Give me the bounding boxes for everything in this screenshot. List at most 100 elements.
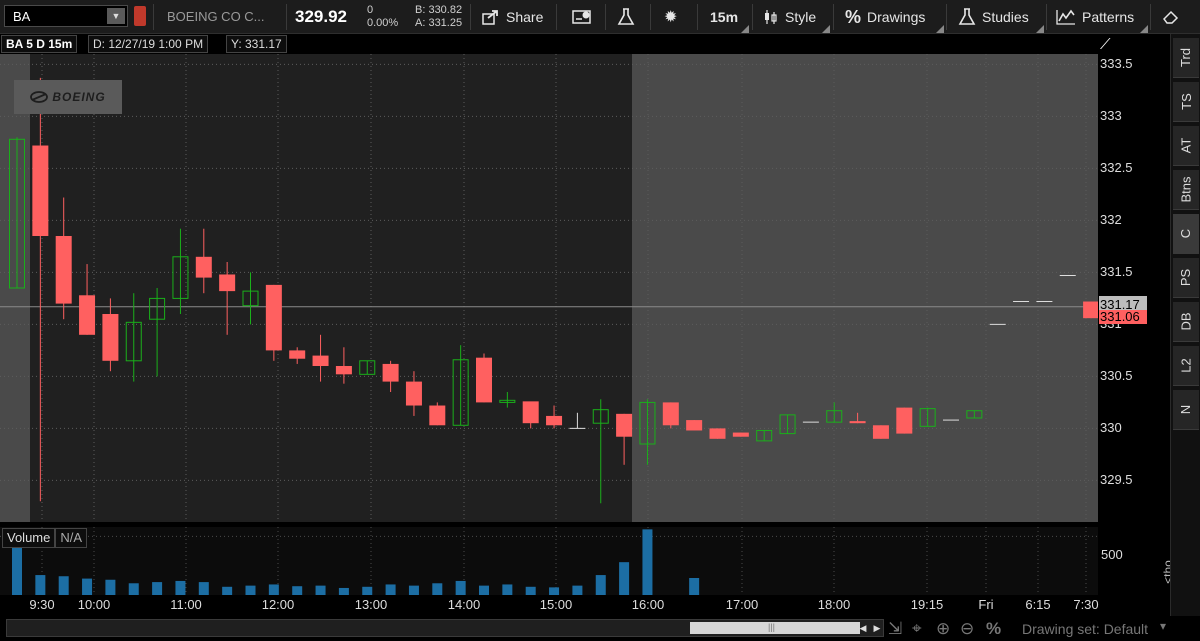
candle[interactable]	[242, 272, 259, 325]
candle[interactable]	[382, 360, 399, 392]
x-tick-label: 10:00	[77, 597, 111, 612]
x-tick-label: 19:15	[910, 597, 944, 612]
candle[interactable]	[872, 425, 889, 439]
studies-button[interactable]: Studies	[958, 0, 1029, 34]
drawing-set-label[interactable]: Drawing set: Default	[1022, 621, 1148, 637]
volume-bar	[408, 585, 419, 595]
link-color-badge-icon[interactable]	[134, 6, 146, 26]
candle[interactable]	[429, 402, 446, 426]
crosshair-icon[interactable]: ⌖	[912, 619, 922, 639]
flask-button[interactable]	[617, 0, 635, 34]
scroll-thumb[interactable]: |||	[690, 622, 860, 634]
percent-icon[interactable]: %	[986, 619, 1001, 639]
horizontal-scrollbar[interactable]: ||| ◀ ▶	[6, 619, 884, 637]
candle[interactable]	[312, 334, 329, 382]
studies-label: Studies	[982, 9, 1029, 25]
volume-bar	[502, 584, 513, 595]
candle[interactable]	[569, 412, 586, 429]
patterns-button[interactable]: Patterns	[1056, 0, 1134, 34]
candle[interactable]	[219, 262, 236, 335]
tab-trd[interactable]: Trd	[1173, 38, 1199, 78]
candle[interactable]	[452, 345, 469, 426]
candle[interactable]	[616, 413, 633, 465]
candle[interactable]	[195, 228, 212, 294]
candle[interactable]	[896, 407, 913, 434]
candle[interactable]	[779, 414, 796, 435]
candle[interactable]	[546, 405, 563, 429]
scroll-right-icon[interactable]: ▶	[871, 621, 883, 635]
candle[interactable]	[172, 228, 189, 314]
time-axis[interactable]: 9:30 10:00 11:00 12:00 13:00 14:00 15:00 16:00 1…	[0, 595, 1170, 615]
y-tick-label: 330	[1100, 420, 1122, 436]
candles-icon	[765, 10, 777, 24]
candle[interactable]	[102, 298, 119, 372]
candle[interactable]	[499, 392, 516, 408]
pan-icon[interactable]: ⇲	[888, 619, 902, 639]
tab-l2[interactable]: L2	[1173, 346, 1199, 386]
company-logo: BOEING	[14, 80, 122, 114]
price-chart[interactable]: BOEING	[0, 54, 1098, 522]
volume-bar	[549, 587, 560, 595]
volume-bar	[58, 576, 69, 595]
tab-ts[interactable]: TS	[1173, 82, 1199, 122]
chart-settings-button[interactable]	[572, 0, 592, 34]
tab-ps[interactable]: PS	[1173, 258, 1199, 298]
candle[interactable]	[405, 371, 422, 416]
candle[interactable]	[335, 347, 352, 384]
candle[interactable]	[9, 137, 25, 289]
zoom-out-icon[interactable]: ⊖	[960, 619, 974, 639]
price-axis[interactable]: 333.5333332.5332331.5331330.5330329.5	[1098, 34, 1170, 522]
candle[interactable]	[709, 428, 726, 439]
x-tick-label: 13:00	[354, 597, 388, 612]
drawing-set-caret-icon[interactable]: ▾	[1160, 619, 1166, 633]
candle[interactable]	[55, 197, 72, 320]
volume-label[interactable]: Volume	[2, 528, 56, 548]
zoom-in-icon[interactable]: ⊕	[936, 619, 950, 639]
candle[interactable]	[265, 284, 282, 361]
volume-chart[interactable]	[0, 527, 1098, 595]
interval-button[interactable]: 15m	[710, 0, 738, 34]
candle[interactable]	[662, 402, 679, 429]
tab-db[interactable]: DB	[1173, 302, 1199, 342]
candle[interactable]	[639, 399, 656, 465]
candle[interactable]	[522, 401, 539, 429]
candle[interactable]	[849, 412, 866, 424]
candle[interactable]	[359, 360, 376, 375]
more-button[interactable]	[1162, 0, 1182, 34]
candle[interactable]	[826, 402, 843, 423]
tab-c[interactable]: C	[1173, 214, 1199, 254]
chart-title[interactable]: BA 5 D 15m	[1, 35, 78, 53]
candle-body	[732, 432, 749, 437]
y-tick-label: 332	[1100, 212, 1122, 228]
candle[interactable]	[966, 410, 983, 419]
candle[interactable]	[476, 353, 492, 403]
share-button[interactable]: Share	[482, 0, 543, 34]
draw-tool-icon[interactable]: ⟋	[1100, 36, 1122, 54]
symbol-input[interactable]: BA ▼	[4, 5, 128, 27]
tab-at[interactable]: AT	[1173, 126, 1199, 166]
interval-caret-icon	[741, 25, 749, 33]
scroll-left-icon[interactable]: ◀	[857, 621, 869, 635]
drawings-button[interactable]: % Drawings	[845, 0, 925, 34]
x-tick-label: 17:00	[725, 597, 759, 612]
candle[interactable]	[686, 420, 703, 431]
candle-body	[896, 407, 913, 434]
candle[interactable]	[32, 77, 49, 502]
candle[interactable]	[289, 347, 306, 364]
candle[interactable]	[732, 432, 749, 437]
candle[interactable]	[79, 264, 96, 335]
tab-btns[interactable]: Btns	[1173, 170, 1199, 210]
separator	[946, 4, 947, 30]
candle[interactable]	[756, 429, 773, 442]
gear-button[interactable]: ✹	[664, 0, 677, 34]
candle[interactable]	[919, 407, 936, 427]
candle[interactable]	[592, 399, 609, 504]
candle-body	[616, 413, 633, 437]
style-button[interactable]: Style	[763, 0, 816, 34]
volume-bar	[479, 585, 489, 595]
candle[interactable]	[149, 288, 166, 377]
candle[interactable]	[1083, 301, 1098, 319]
logo-text: BOEING	[52, 90, 106, 104]
symbol-dropdown-icon[interactable]: ▼	[107, 8, 125, 24]
tab-n[interactable]: N	[1173, 390, 1199, 430]
